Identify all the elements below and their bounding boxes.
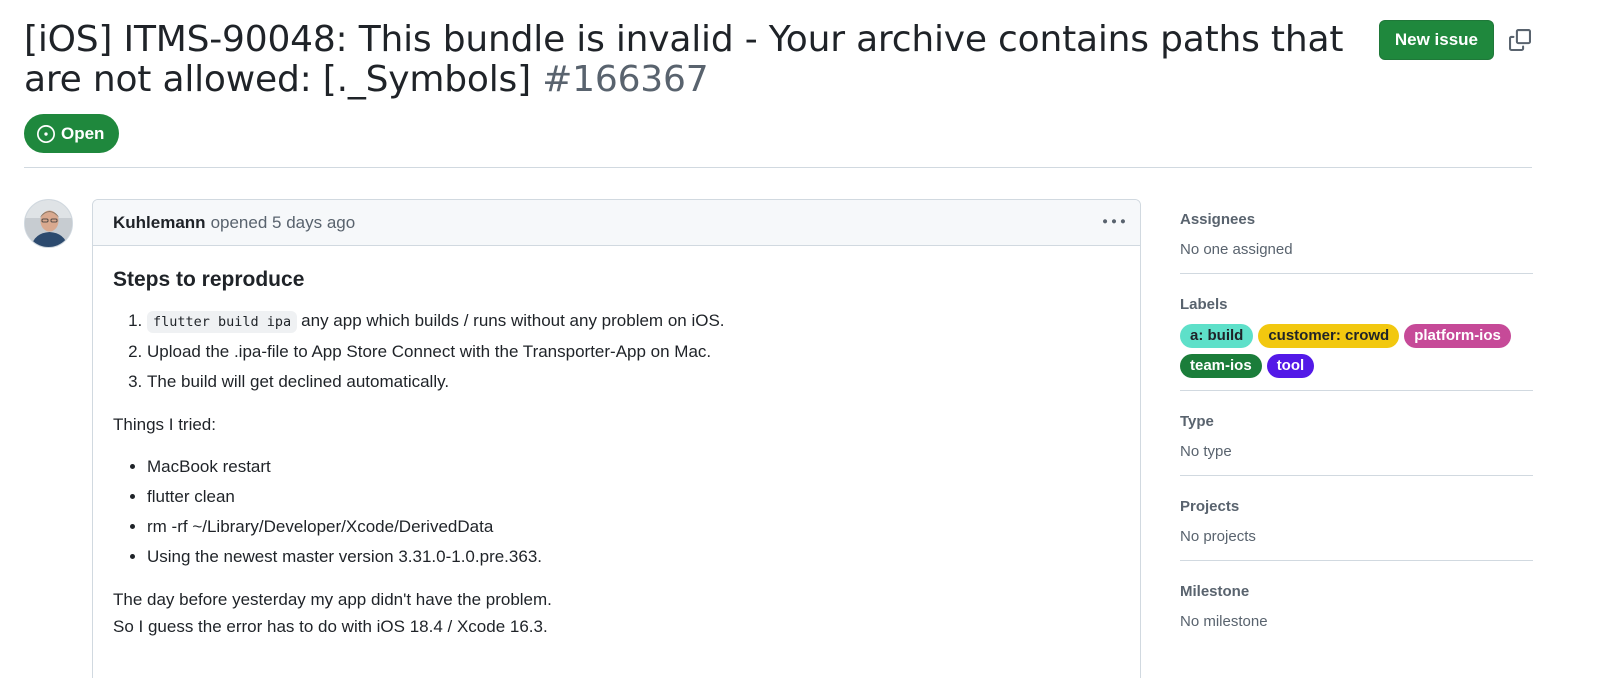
list-item: flutter build ipaany app which builds / … <box>147 306 1120 337</box>
label-badge[interactable]: tool <box>1266 354 1315 378</box>
issue-number: #166367 <box>542 59 709 100</box>
type-section: Type No type <box>1180 391 1533 476</box>
type-heading[interactable]: Type <box>1180 411 1533 433</box>
issue-state-label: Open <box>61 123 105 143</box>
copy-icon[interactable] <box>1508 28 1532 52</box>
projects-section: Projects No projects <box>1180 476 1533 561</box>
label-badge[interactable]: a: build <box>1180 324 1254 348</box>
list-item: Upload the .ipa-file to App Store Connec… <box>147 337 1120 367</box>
paragraph: Things I tried: <box>113 415 216 434</box>
comment-body: Steps to reproduce flutter build ipaany … <box>93 246 1140 660</box>
new-issue-button[interactable]: New issue <box>1378 20 1494 60</box>
label-badge[interactable]: team-ios <box>1180 354 1262 378</box>
comment-timestamp[interactable]: opened 5 days ago <box>211 213 356 233</box>
projects-value: No projects <box>1180 528 1256 545</box>
issue-opened-icon <box>37 124 55 143</box>
header-divider <box>24 167 1532 168</box>
list-item-text: any app which builds / runs without any … <box>301 311 725 330</box>
labels-list: a: build customer: crowd platform-ios team-… <box>1180 324 1533 378</box>
milestone-value: No milestone <box>1180 613 1268 630</box>
list-item-text: The build will get declined automaticall… <box>147 372 450 391</box>
issue-comment: Kuhlemann opened 5 days ago Steps to rep… <box>92 199 1141 678</box>
tried-list: MacBook restart flutter clean rm -rf ~/L… <box>113 452 1120 572</box>
assignees-section: Assignees No one assigned <box>1180 199 1533 274</box>
issue-header: [iOS] ITMS-90048: This bundle is invalid… <box>24 20 1532 100</box>
projects-heading[interactable]: Projects <box>1180 496 1533 518</box>
list-item: flutter clean <box>147 482 1120 512</box>
comment-author[interactable]: Kuhlemann <box>113 213 206 233</box>
issue-state-badge: Open <box>24 114 120 153</box>
kebab-horizontal-icon[interactable] <box>1100 211 1128 233</box>
paragraph: So I guess the error has to do with iOS … <box>113 617 548 636</box>
label-badge[interactable]: platform-ios <box>1404 324 1511 348</box>
issue-title: [iOS] ITMS-90048: This bundle is invalid… <box>24 20 1344 100</box>
header-actions: New issue <box>1378 20 1532 60</box>
milestone-section: Milestone No milestone <box>1180 561 1533 645</box>
issue-sidebar: Assignees No one assigned Labels a: buil… <box>1180 199 1533 645</box>
section-heading: Steps to reproduce <box>113 268 305 291</box>
list-item-text: Upload the .ipa-file to App Store Connec… <box>147 342 712 361</box>
assignees-heading[interactable]: Assignees <box>1180 209 1533 231</box>
list-item: rm -rf ~/Library/Developer/Xcode/Derived… <box>147 512 1120 542</box>
label-badge[interactable]: customer: crowd <box>1258 324 1400 348</box>
list-item: The build will get declined automaticall… <box>147 367 1120 397</box>
milestone-heading[interactable]: Milestone <box>1180 581 1533 603</box>
type-value: No type <box>1180 443 1232 460</box>
labels-section: Labels a: build customer: crowd platform-i… <box>1180 274 1533 391</box>
comment-header: Kuhlemann opened 5 days ago <box>93 200 1140 246</box>
list-item: MacBook restart <box>147 452 1120 482</box>
labels-heading[interactable]: Labels <box>1180 294 1533 316</box>
paragraph: The day before yesterday my app didn't h… <box>113 590 552 609</box>
steps-list: flutter build ipaany app which builds / … <box>113 306 1120 397</box>
list-item: Using the newest master version 3.31.0-1… <box>147 542 1120 572</box>
inline-code: flutter build ipa <box>147 311 298 333</box>
assignees-value: No one assigned <box>1180 241 1293 258</box>
avatar[interactable] <box>24 199 73 248</box>
